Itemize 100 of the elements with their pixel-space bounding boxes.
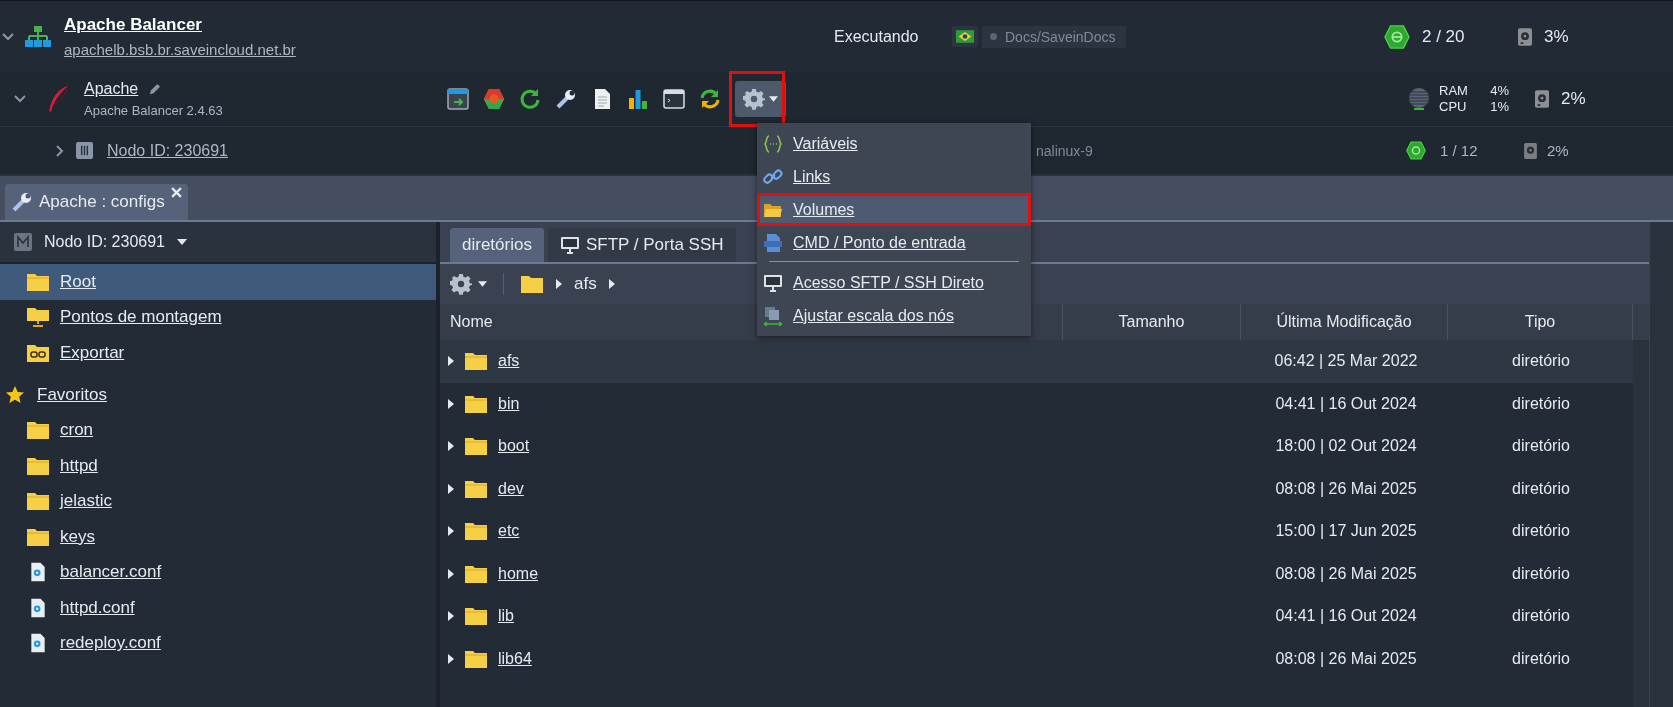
wrench-icon	[11, 191, 33, 213]
file-name[interactable]: home	[498, 564, 539, 583]
modified-date: 04:41 | 16 Out 2024	[1274, 394, 1418, 413]
scrollbar[interactable]	[1649, 222, 1673, 707]
folder-icon[interactable]	[520, 274, 544, 294]
menu-item[interactable]: Variáveis	[757, 127, 1031, 160]
terminal-icon[interactable]	[663, 88, 685, 110]
file-row[interactable]: boot 18:00 | 02 Out 2024 diretório	[440, 425, 1633, 468]
file-type: diretório	[1511, 649, 1571, 668]
gear-icon	[450, 273, 472, 295]
chevron-down-icon[interactable]	[14, 95, 26, 103]
file-type: diretório	[1511, 607, 1571, 626]
menu-item[interactable]: CMD / Ponto de entrada	[757, 226, 1031, 259]
braces-icon	[763, 133, 783, 154]
node-badge-icon	[14, 233, 32, 251]
file-type: diretório	[1511, 352, 1571, 371]
expand-arrow-icon[interactable]	[448, 356, 454, 367]
os-text: nalinux-9	[1036, 142, 1094, 159]
environment-name-link[interactable]: Apache Balancer	[64, 15, 202, 35]
tree-item[interactable]: Root	[0, 264, 436, 300]
monitor-icon	[559, 235, 580, 255]
file-row[interactable]: afs 06:42 | 25 Mar 2022 diretório	[440, 340, 1633, 383]
favorite-item[interactable]: cron	[0, 412, 436, 448]
expand-arrow-icon[interactable]	[448, 568, 454, 579]
folder-icon	[26, 526, 50, 547]
settings-dropdown-button[interactable]	[735, 81, 786, 117]
environment-tag[interactable]: Docs/SaveinDocs	[982, 25, 1126, 48]
hexagon-logo-icon[interactable]	[483, 88, 505, 110]
folder-icon	[464, 436, 488, 457]
file-type: diretório	[1511, 394, 1571, 413]
pencil-icon[interactable]	[148, 82, 162, 96]
node-group-name-link[interactable]: Apache	[84, 80, 139, 98]
mount-folder-icon	[26, 307, 50, 328]
breadcrumb-item[interactable]: afs	[574, 274, 597, 294]
expand-arrow-icon[interactable]	[448, 441, 454, 452]
tree-item[interactable]: Pontos de montagem	[0, 299, 436, 335]
chevron-right-icon	[608, 279, 615, 289]
chevron-right-icon[interactable]	[56, 144, 64, 157]
settings-dropdown-button[interactable]	[450, 273, 487, 295]
menu-item[interactable]: Acesso SFTP / SSH Direto	[757, 266, 1031, 299]
file-name[interactable]: bin	[498, 394, 520, 413]
configs-tab[interactable]: Apache : configs	[5, 184, 188, 220]
file-name[interactable]: boot	[498, 437, 530, 456]
favorite-item[interactable]: balancer.conf	[0, 554, 436, 590]
folder-icon	[464, 606, 488, 627]
file-name[interactable]: afs	[498, 352, 520, 371]
feather-icon	[46, 85, 70, 113]
chevron-down-icon[interactable]	[2, 32, 14, 41]
menu-item[interactable]: Links	[757, 160, 1031, 193]
cloudlet-icon	[1406, 141, 1426, 160]
cpu-label: CPU	[1439, 99, 1468, 115]
expand-arrow-icon[interactable]	[448, 653, 454, 664]
expand-arrow-icon[interactable]	[448, 611, 454, 622]
modified-date: 08:08 | 26 Mai 2025	[1274, 479, 1418, 498]
node-link[interactable]: Nodo ID: 230691	[107, 141, 237, 160]
file-row[interactable]: lib 04:41 | 16 Out 2024 diretório	[440, 595, 1633, 638]
file-row[interactable]: lib64 08:08 | 26 Mai 2025 diretório	[440, 637, 1633, 680]
folder-icon	[464, 521, 488, 542]
server-usage-icon	[1407, 87, 1431, 111]
domain-link[interactable]: apachelb.bsb.br.saveincloud.net.br	[64, 41, 296, 58]
sync-icon[interactable]	[699, 88, 721, 110]
network-icon	[24, 24, 52, 49]
node-selector[interactable]: Nodo ID: 230691	[0, 222, 436, 264]
export-folder-icon	[26, 342, 50, 363]
favorite-item[interactable]: httpd	[0, 448, 436, 484]
close-icon[interactable]	[170, 187, 182, 198]
disk-usage: 2%	[1561, 89, 1587, 109]
file-row[interactable]: bin 04:41 | 16 Out 2024 diretório	[440, 382, 1633, 425]
view-tab[interactable]: SFTP / Porta SSH	[547, 228, 736, 262]
ram-usage: 4%	[1489, 83, 1509, 99]
web-ssh-icon[interactable]	[447, 88, 469, 110]
file-row[interactable]: etc 15:00 | 17 Jun 2025 diretório	[440, 510, 1633, 553]
file-name[interactable]: dev	[498, 479, 524, 498]
disk-usage: 3%	[1544, 26, 1570, 47]
tree-item[interactable]: Exportar	[0, 335, 436, 371]
expand-arrow-icon[interactable]	[448, 398, 454, 409]
file-row[interactable]: home 08:08 | 26 Mai 2025 diretório	[440, 552, 1633, 595]
folder-icon	[26, 491, 50, 512]
cloudlet-icon	[1384, 24, 1410, 49]
folder-icon	[464, 478, 488, 499]
folder-icon	[464, 563, 488, 584]
file-name[interactable]: lib	[498, 607, 514, 626]
version-text: Apache Balancer 2.4.63	[84, 103, 224, 118]
favorite-item[interactable]: httpd.conf	[0, 590, 436, 626]
caret-icon	[769, 96, 778, 102]
file-name[interactable]: lib64	[498, 649, 532, 668]
view-tab[interactable]: diretórios	[450, 228, 544, 262]
star-icon	[5, 384, 25, 405]
favorite-item[interactable]: keys	[0, 519, 436, 555]
favorite-item[interactable]: jelastic	[0, 483, 436, 519]
favorite-item[interactable]: redeploy.conf	[0, 625, 436, 661]
expand-arrow-icon[interactable]	[448, 526, 454, 537]
wrench-icon[interactable]	[555, 88, 577, 110]
restart-icon[interactable]	[519, 88, 541, 110]
file-row[interactable]: dev 08:08 | 26 Mai 2025 diretório	[440, 467, 1633, 510]
favorites-link[interactable]: Favoritos	[37, 384, 107, 405]
bar-chart-icon[interactable]	[627, 88, 649, 110]
expand-arrow-icon[interactable]	[448, 483, 454, 494]
file-name[interactable]: etc	[498, 522, 520, 541]
file-type: diretório	[1511, 522, 1571, 541]
